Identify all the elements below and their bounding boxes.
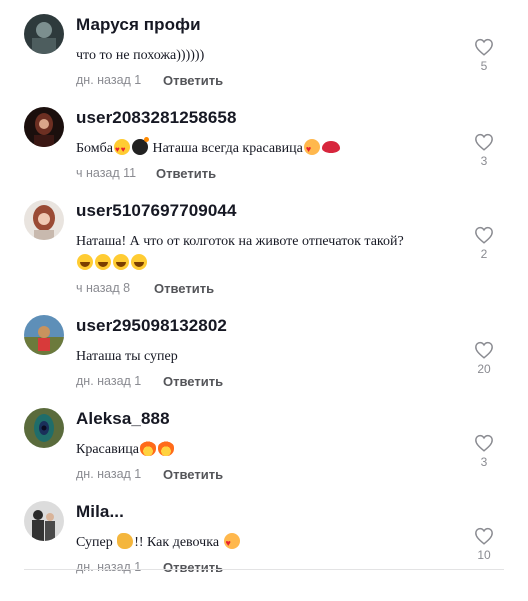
like-button[interactable]: 10 [470, 527, 498, 562]
like-button[interactable]: 2 [470, 226, 498, 261]
comment-text: Супер !! Как девочка [76, 532, 466, 554]
heart-outline-icon [475, 226, 493, 244]
avatar[interactable] [24, 408, 64, 448]
like-count: 2 [480, 247, 488, 261]
reply-button[interactable]: Ответить [163, 73, 223, 88]
fire-emoji-icon [139, 440, 156, 456]
comment-text: Наташа! А что от колготок на животе отпе… [76, 231, 466, 275]
list-divider [24, 569, 504, 570]
comment-text: Красавица [76, 439, 466, 461]
clapping-hands-emoji-icon [117, 533, 134, 549]
heart-outline-icon [475, 527, 493, 545]
grinning-emoji-icon [113, 254, 129, 270]
like-count: 3 [480, 154, 488, 168]
comment-text: что то не похожа)))))) [76, 48, 205, 63]
avatar[interactable] [24, 501, 64, 541]
reply-button[interactable]: Ответить [156, 166, 216, 181]
heart-outline-icon [475, 133, 493, 151]
comment-username[interactable]: Маруся профи [76, 15, 201, 35]
comment-username[interactable]: user295098132802 [76, 316, 227, 336]
bomb-emoji-icon [131, 137, 149, 155]
heart-outline-icon [475, 434, 493, 452]
comment-text-part: Красавица [76, 442, 139, 457]
comment-item: Aleksa_888 Красавица дн. назад 1 Ответит… [0, 408, 528, 508]
comment-item: user2083281258658 Бомба Наташа всегда кр… [0, 107, 528, 207]
fire-emoji-icon [157, 440, 174, 456]
comment-item: Mila... Супер !! Как девочка дн. назад 1… [0, 501, 528, 601]
like-count: 3 [480, 455, 488, 469]
comment-text-part: !! Как девочка [134, 535, 223, 550]
avatar[interactable] [24, 315, 64, 355]
comment-username[interactable]: Aleksa_888 [76, 409, 170, 429]
comment-time: ч назад 11 [76, 166, 137, 180]
comment-username[interactable]: user2083281258658 [76, 108, 237, 128]
comment-text: Бомба Наташа всегда красавица [76, 137, 466, 161]
smiling-hearts-emoji-icon [303, 138, 320, 160]
comment-username[interactable]: user5107697709044 [76, 201, 237, 221]
like-button[interactable]: 3 [470, 133, 498, 168]
grinning-emoji-icon [95, 254, 111, 270]
avatar[interactable] [24, 107, 64, 147]
heart-outline-icon [475, 38, 493, 56]
comment-time: дн. назад 1 [76, 467, 142, 481]
smiling-hearts-emoji-icon [223, 532, 240, 554]
grinning-emoji-icon [77, 254, 93, 270]
reply-button[interactable]: Ответить [163, 374, 223, 389]
comment-item: user295098132802 Наташа ты супер дн. наз… [0, 315, 528, 415]
comment-text: Наташа ты супер [76, 349, 178, 364]
like-count: 5 [480, 59, 488, 73]
comment-time: ч назад 8 [76, 281, 131, 295]
reply-button[interactable]: Ответить [163, 467, 223, 482]
comment-username[interactable]: Mila... [76, 502, 124, 522]
heart-outline-icon [475, 341, 493, 359]
comment-time: дн. назад 1 [76, 73, 142, 87]
avatar[interactable] [24, 200, 64, 240]
like-count: 10 [477, 548, 491, 562]
like-button[interactable]: 3 [470, 434, 498, 469]
lips-emoji-icon [321, 141, 340, 153]
like-count: 20 [477, 362, 491, 376]
comment-time: дн. назад 1 [76, 560, 142, 574]
avatar[interactable] [24, 14, 64, 54]
like-button[interactable]: 20 [470, 341, 498, 376]
comment-item: user5107697709044 Наташа! А что от колго… [0, 200, 528, 300]
comment-time: дн. назад 1 [76, 374, 142, 388]
like-button[interactable]: 5 [470, 38, 498, 73]
comment-text-part: Бомба [76, 141, 113, 156]
comment-text-part: Наташа всегда красавица [152, 141, 303, 156]
grinning-emoji-icon [131, 254, 147, 270]
comment-text-part: Супер [76, 535, 117, 550]
reply-button[interactable]: Ответить [154, 281, 214, 296]
heart-eyes-emoji-icon [113, 139, 130, 161]
comment-text-part: Наташа! А что от колготок на животе отпе… [76, 234, 404, 249]
comment-item: Маруся профи что то не похожа)))))) дн. … [0, 14, 528, 114]
